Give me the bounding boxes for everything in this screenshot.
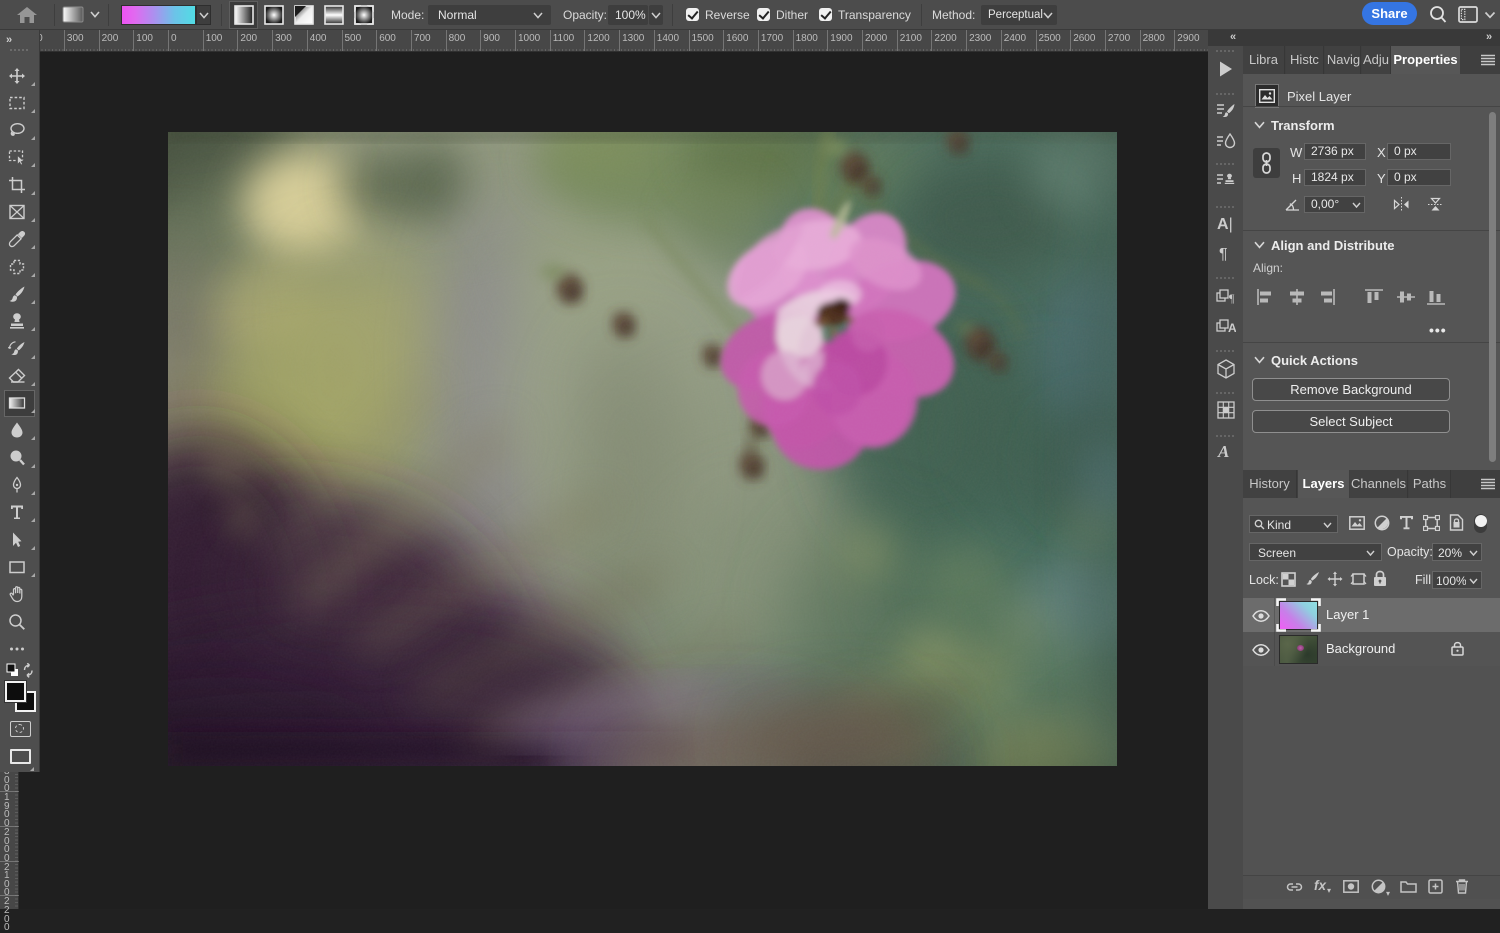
svg-text:A: A xyxy=(1228,321,1236,335)
svg-text:¶: ¶ xyxy=(1229,291,1235,305)
